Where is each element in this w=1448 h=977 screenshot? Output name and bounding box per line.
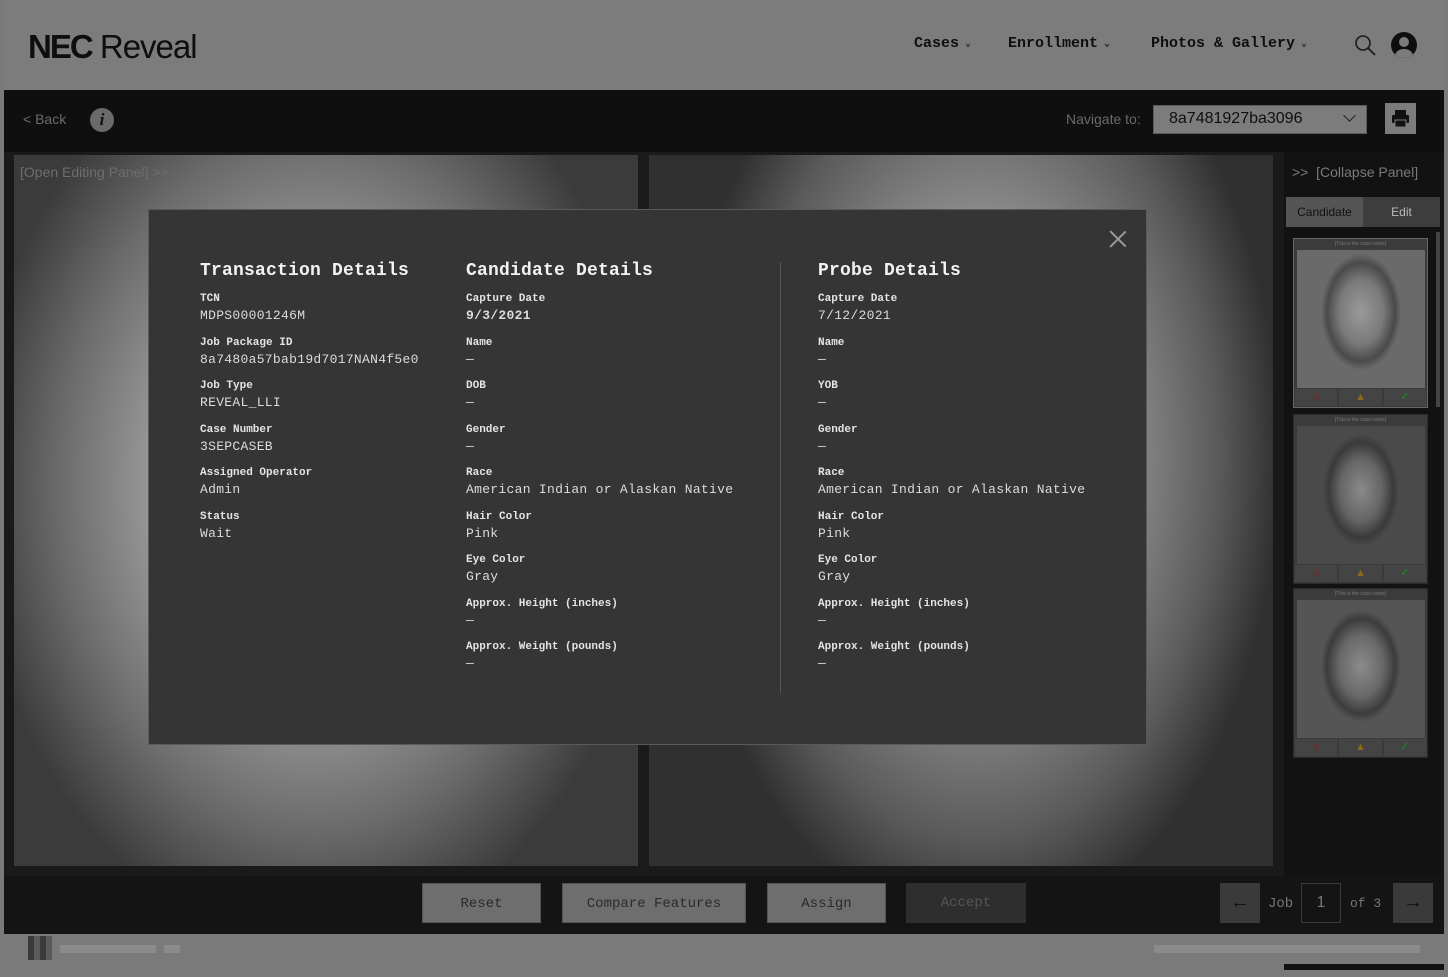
action-bar: Reset Compare Features Assign Accept ← J… [4,876,1444,934]
field-job-type: Job Type REVEAL_LLI [200,380,282,410]
probe-details-title: Probe Details [818,261,962,281]
footer-logo [28,936,52,960]
candidate-actions: ⦸ ▲ ✓ [1295,739,1426,756]
candidate-panel: >> [Collapse Panel] Candidate Edit [This… [1284,152,1444,970]
info-icon[interactable]: i [90,108,114,132]
check-icon[interactable]: ✓ [1383,389,1426,406]
chevron-down-icon: ⌄ [1301,39,1308,50]
double-chevron-right-icon: >> [152,164,169,180]
field-assigned-operator: Assigned Operator Admin [200,467,313,497]
user-avatar-icon[interactable] [1391,32,1417,58]
field-height: Approx. Height (inches) — [466,597,618,628]
pager-total-label: of 3 [1350,896,1382,911]
next-job-button[interactable]: → [1393,883,1433,923]
field-capture-date: Capture Date 7/12/2021 [818,293,898,323]
top-header: NEC Reveal Cases ⌄ Enrollment ⌄ Photos & G… [4,0,1444,90]
reset-button[interactable]: Reset [422,883,541,923]
pager-job-label: Job [1268,896,1294,912]
tab-candidate[interactable]: Candidate [1286,197,1363,227]
collapse-panel-link[interactable]: >> [Collapse Panel] [1292,164,1418,180]
field-capture-date: Capture Date 9/3/2021 [466,293,546,323]
check-icon[interactable]: ✓ [1383,565,1426,582]
field-hair-color: Hair Color Pink [466,510,533,541]
toolbar: < Back i Navigate to: 8a7481927ba3096 [4,90,1444,152]
candidate-actions: ⦸ ▲ ✓ [1295,565,1426,582]
candidate-card[interactable]: [This is the case name] ⦸ ▲ ✓ [1293,588,1428,758]
warning-icon[interactable]: ▲ [1339,739,1382,756]
transaction-details-column: Transaction Details TCN MDPS00001246M Job… [200,261,419,553]
field-height: Approx. Height (inches) — [818,597,970,628]
reject-icon[interactable]: ⦸ [1295,565,1338,582]
footer-blurred-text [60,945,156,953]
back-link[interactable]: < Back [23,111,66,127]
chevron-down-icon [1343,109,1356,122]
details-modal: Transaction Details TCN MDPS00001246M Job… [148,209,1147,745]
navigate-to-select[interactable]: 8a7481927ba3096 [1153,105,1367,134]
field-tcn: TCN MDPS00001246M [200,293,306,323]
open-editing-panel-link[interactable]: [Open Editing Panel] >> [20,164,169,180]
footer-blurred-text [164,945,180,953]
field-yob: YOB — [818,380,838,410]
close-icon[interactable] [1107,228,1129,250]
field-name: Name — [466,336,493,367]
candidate-details-column: Candidate Details Capture Date 9/3/2021 N… [466,261,733,684]
check-icon[interactable]: ✓ [1383,739,1426,756]
candidate-actions: ⦸ ▲ ✓ [1295,389,1426,406]
tab-edit[interactable]: Edit [1363,197,1440,227]
field-weight: Approx. Weight (pounds) — [818,641,970,671]
probe-details-column: Probe Details Capture Date 7/12/2021 Name… [818,261,1085,684]
candidate-thumbnail [1297,250,1425,388]
candidate-case-name: [This is the case name] [1334,241,1387,247]
warning-icon[interactable]: ▲ [1339,389,1382,406]
field-hair-color: Hair Color Pink [818,510,885,541]
field-job-package-id: Job Package ID 8a7480a57bab19d7017NAN4f5e… [200,336,419,367]
warning-icon[interactable]: ▲ [1339,565,1382,582]
nav-enrollment[interactable]: Enrollment ⌄ [1008,35,1110,52]
field-eye-color: Eye Color Gray [466,554,526,584]
previous-job-button[interactable]: ← [1220,883,1260,923]
compare-features-button[interactable]: Compare Features [562,883,746,923]
candidate-card[interactable]: [This is the case name] ⦸ ▲ ✓ [1293,414,1428,584]
field-gender: Gender — [818,423,858,454]
candidate-details-title: Candidate Details [466,261,654,281]
pager-current-input[interactable]: 1 [1301,883,1341,923]
assign-button[interactable]: Assign [767,883,886,923]
footer-blurred-text [1154,945,1420,953]
search-icon[interactable] [1354,34,1376,56]
footer [4,934,1444,964]
nav-photos-gallery[interactable]: Photos & Gallery ⌄ [1151,35,1307,52]
field-eye-color: Eye Color Gray [818,554,878,584]
accept-button[interactable]: Accept [906,883,1026,923]
reject-icon[interactable]: ⦸ [1295,739,1338,756]
navigate-to-label: Navigate to: [1066,111,1141,127]
print-button[interactable] [1385,103,1416,134]
chevron-down-icon: ⌄ [965,39,972,50]
candidate-case-name: [This is the case name] [1334,417,1387,423]
reject-icon[interactable]: ⦸ [1295,389,1338,406]
navigate-to-value: 8a7481927ba3096 [1169,110,1303,127]
candidate-card[interactable]: [This is the case name] ⦸ ▲ ✓ [1293,238,1428,408]
candidate-case-name: [This is the case name] [1334,591,1387,597]
printer-icon [1392,110,1409,128]
panel-scrollbar[interactable] [1436,232,1440,407]
field-gender: Gender — [466,423,506,454]
field-case-number: Case Number 3SEPCASEB [200,423,273,454]
transaction-details-title: Transaction Details [200,261,410,281]
nav-cases[interactable]: Cases ⌄ [914,35,971,52]
field-race: Race American Indian or Alaskan Native [818,467,1086,497]
field-race: Race American Indian or Alaskan Native [466,467,734,497]
field-weight: Approx. Weight (pounds) — [466,641,618,671]
field-status: Status Wait [200,510,240,541]
chevron-down-icon: ⌄ [1104,39,1111,50]
modal-divider [780,262,781,693]
candidate-thumbnail [1297,426,1425,564]
panel-tabs: Candidate Edit [1286,197,1440,227]
nec-reveal-logo[interactable]: NEC Reveal [28,28,198,66]
candidate-thumbnail [1297,600,1425,738]
field-dob: DOB — [466,380,486,410]
field-name: Name — [818,336,845,367]
double-chevron-right-icon: >> [1292,164,1309,180]
